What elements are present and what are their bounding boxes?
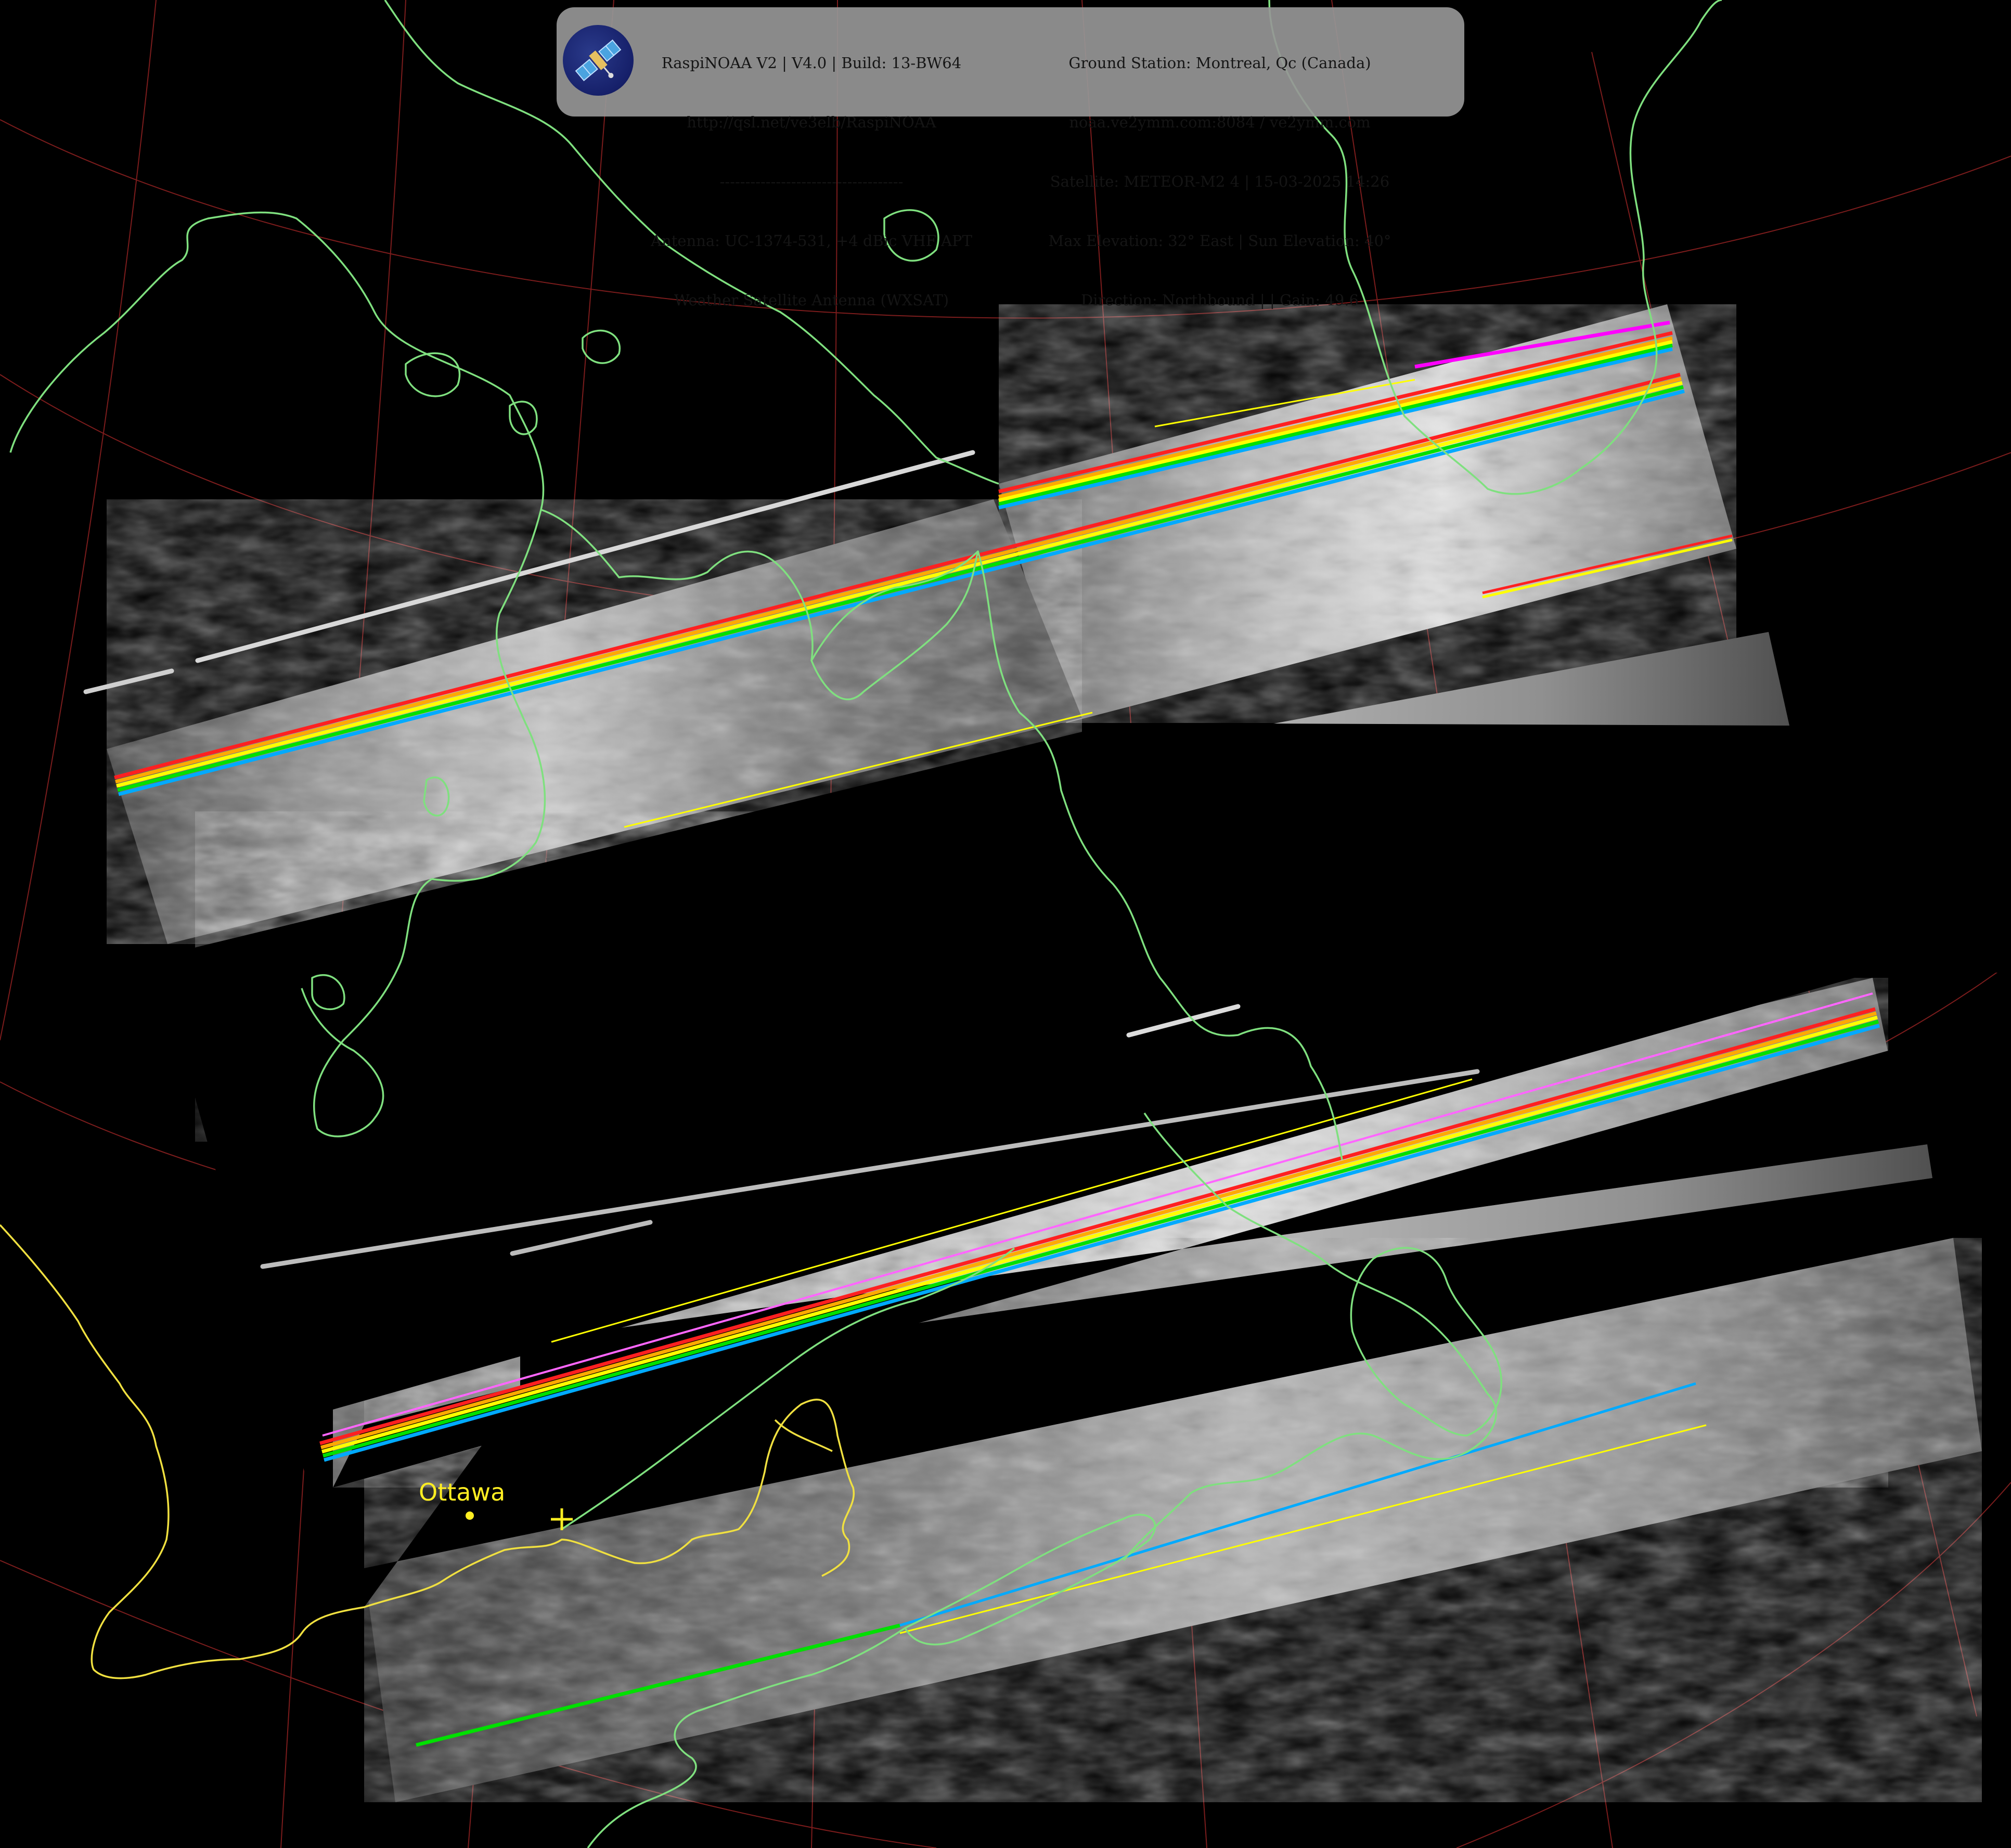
- header-line: Satellite: METEOR-M2 4 | 15-03-2025 14:2…: [1050, 173, 1390, 190]
- header-line: noaa.ve2ymm.com:8084 / ve2ymm.com: [1069, 113, 1371, 131]
- header-line: ------------------------------------: [719, 173, 904, 190]
- header-line: Ground Station: Montreal, Qc (Canada): [1068, 54, 1371, 72]
- station-info-left: RaspiNOAA V2 | V4.0 | Build: 13-BW64 htt…: [632, 14, 991, 330]
- satellite-icon: [563, 25, 634, 96]
- header-line: Weather Satellite Antenna (WXSAT): [674, 291, 949, 309]
- header-line: http://qsl.net/ve3elb/RaspiNOAA: [687, 113, 936, 131]
- city-label-ottawa: Ottawa: [419, 1478, 506, 1506]
- station-info-right: Ground Station: Montreal, Qc (Canada) no…: [978, 14, 1462, 330]
- header-line: Max Elevation: 32° East | Sun Elevation:…: [1048, 232, 1391, 250]
- header-line: Antenna: UC-1374-531, +4 dBic VHF APT: [651, 232, 972, 250]
- header-line: RaspiNOAA V2 | V4.0 | Build: 13-BW64: [661, 54, 962, 72]
- header-line: Direction: Northbound | | Gain: 49.6: [1081, 291, 1359, 309]
- satellite-glyph: [575, 39, 622, 82]
